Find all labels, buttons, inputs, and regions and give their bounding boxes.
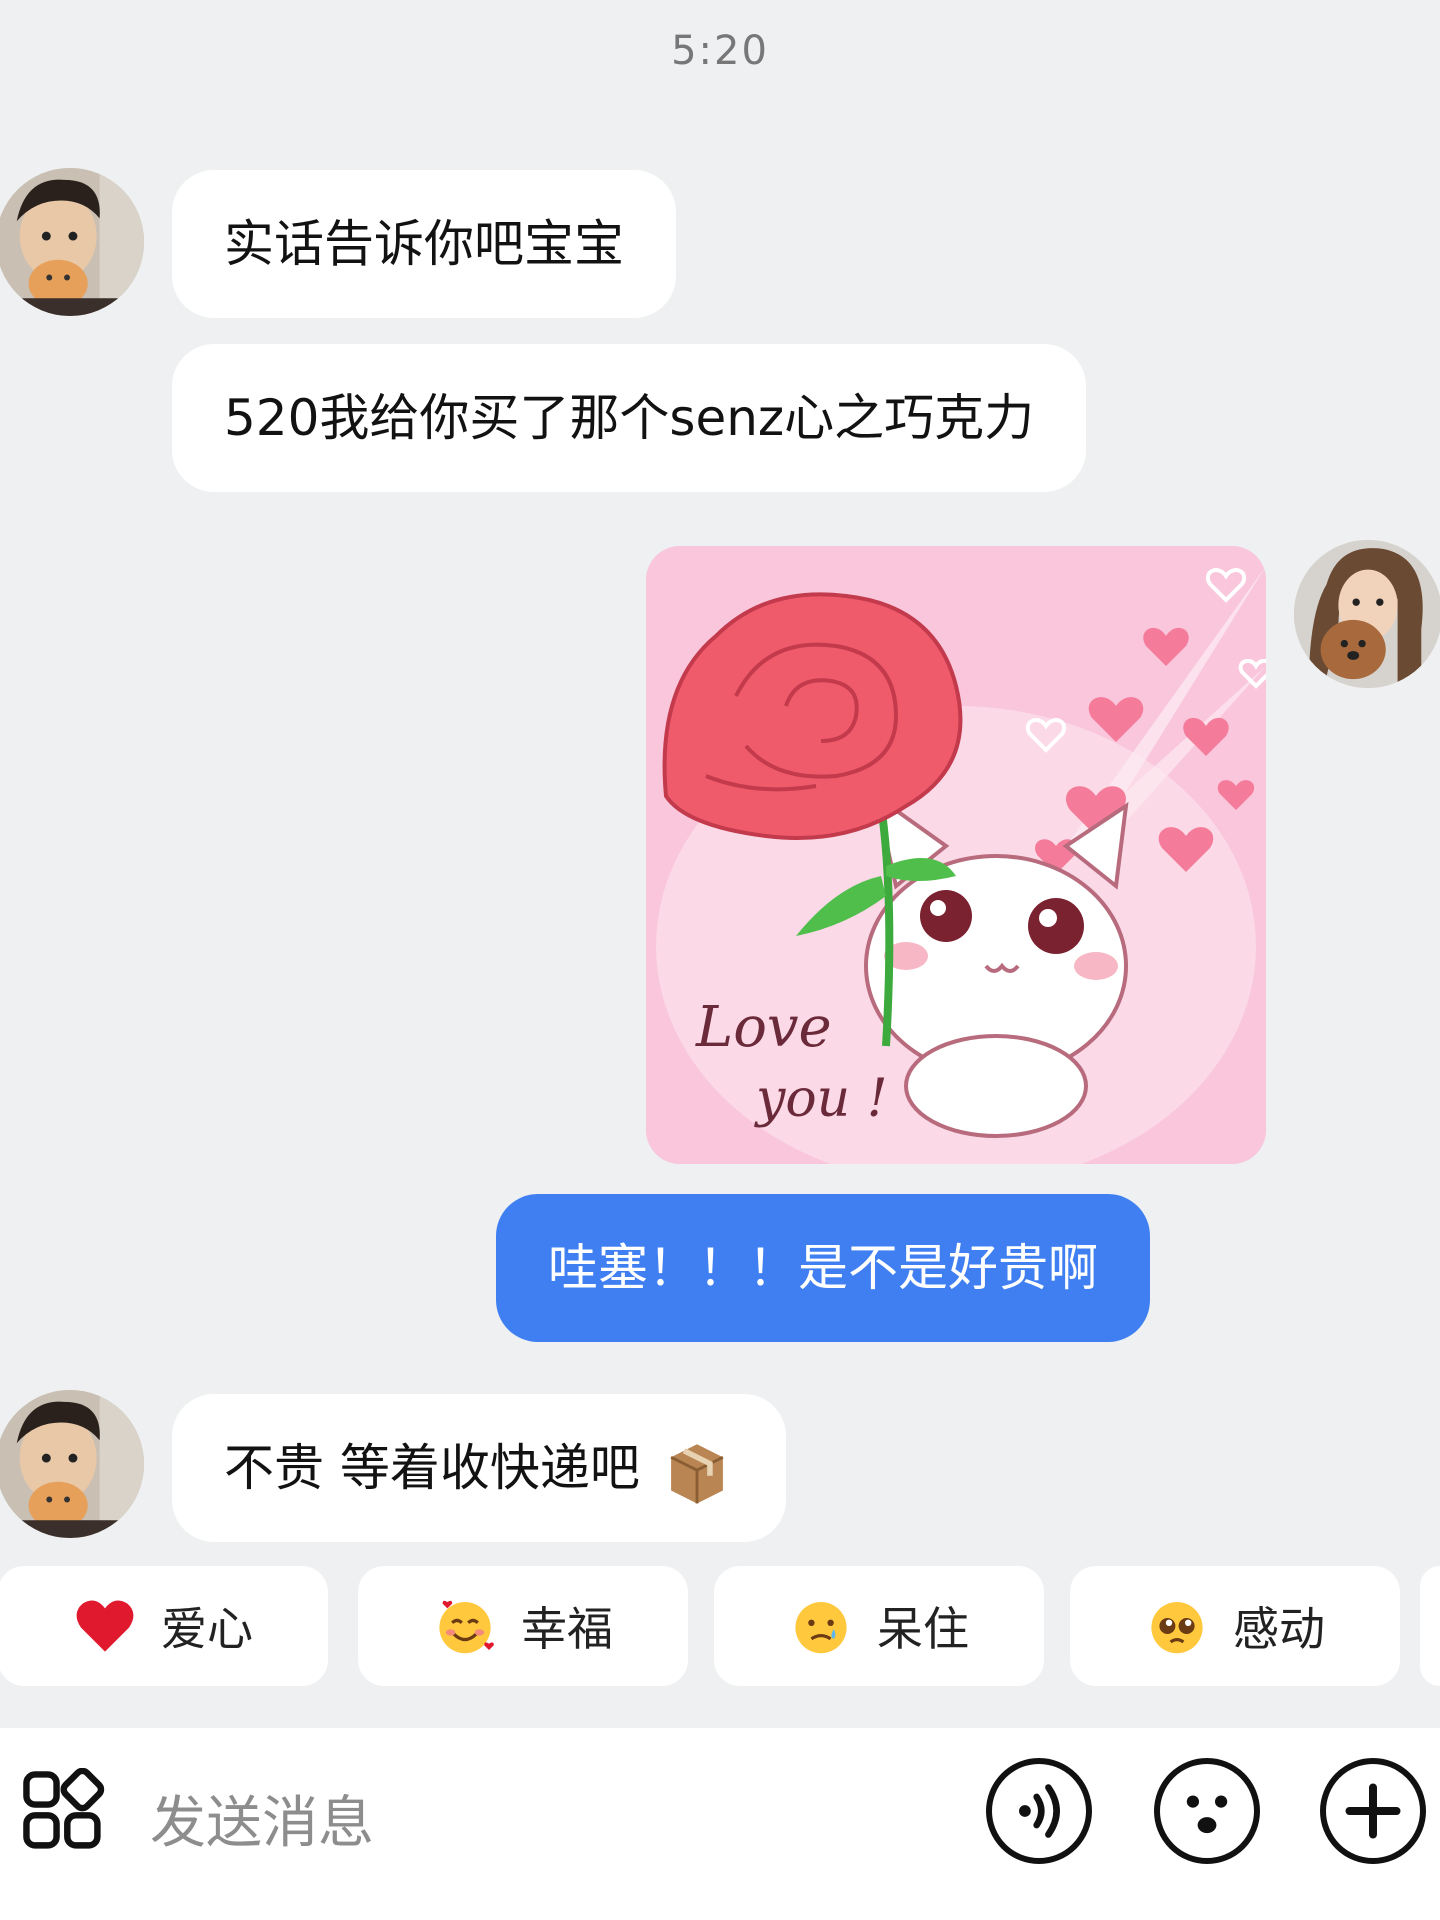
message-text: 不贵 等着收快递吧 [224, 1439, 640, 1497]
quick-reaction-label: 感动 [1233, 1602, 1325, 1656]
quick-reaction-label: 爱心 [161, 1602, 253, 1656]
pleading-face-icon [1145, 1594, 1209, 1658]
sticker-text-love: Love [695, 995, 832, 1060]
emoji-icon [1186, 1795, 1228, 1834]
quick-reaction-stunned[interactable]: 呆住 [714, 1566, 1044, 1686]
sticker-image[interactable]: Love you ! [646, 546, 1266, 1164]
quick-reaction-more[interactable] [1420, 1566, 1440, 1686]
quick-reaction-label: 呆住 [877, 1602, 969, 1656]
avatar-other[interactable] [0, 1390, 144, 1538]
voice-button[interactable] [986, 1758, 1092, 1864]
quick-reaction-happy[interactable]: 幸福 [358, 1566, 688, 1686]
message-bubble-other[interactable]: 实话告诉你吧宝宝 [172, 170, 676, 318]
package-icon [670, 1443, 724, 1503]
plus-icon [1345, 1783, 1401, 1839]
smiling-face-with-hearts-icon [433, 1594, 497, 1658]
heart-icon [73, 1594, 137, 1658]
sticker-text-you: you ! [754, 1069, 888, 1129]
quick-reaction-touched[interactable]: 感动 [1070, 1566, 1400, 1686]
emoji-button[interactable] [1154, 1758, 1260, 1864]
message-input-bar: 发送消息 [0, 1728, 1440, 1920]
avatar-other[interactable] [0, 168, 144, 316]
avatar-me[interactable] [1294, 540, 1440, 688]
message-input[interactable]: 发送消息 [150, 1778, 374, 1859]
apps-grid-icon[interactable] [20, 1768, 106, 1854]
quick-reaction-heart[interactable]: 爱心 [0, 1566, 328, 1686]
voice-icon [1019, 1784, 1060, 1838]
message-bubble-me[interactable]: 哇塞！！！是不是好贵啊 [496, 1194, 1150, 1342]
message-bubble-other[interactable]: 不贵 等着收快递吧 [172, 1394, 786, 1542]
plus-button[interactable] [1320, 1758, 1426, 1864]
quick-reaction-label: 幸福 [521, 1602, 613, 1656]
timestamp: 5:20 [671, 28, 769, 74]
smiling-face-with-tear-icon [789, 1594, 853, 1658]
quick-reaction-row: 爱心 幸福 呆住 感动 [0, 1566, 1440, 1688]
message-bubble-other[interactable]: 520我给你买了那个senz心之巧克力 [172, 344, 1087, 492]
